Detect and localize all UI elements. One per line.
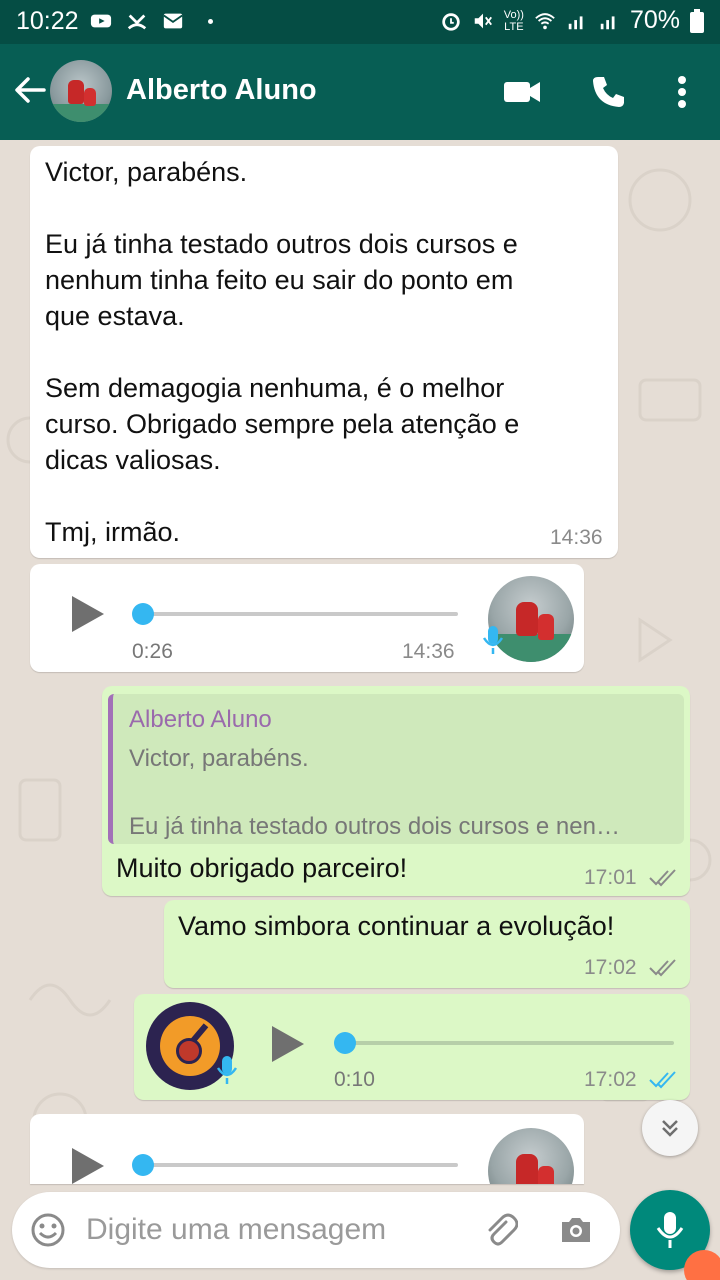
missed-call-icon xyxy=(127,14,147,30)
voice-progress-track[interactable] xyxy=(340,1041,674,1045)
message-time: 17:01 xyxy=(584,866,637,889)
chat-header: Alberto Aluno xyxy=(0,44,720,140)
voice-message-incoming[interactable]: 0:26 14:36 xyxy=(30,564,584,672)
signal-icon-2 xyxy=(600,15,615,29)
alarm-icon xyxy=(442,12,460,31)
mute-icon xyxy=(474,13,492,28)
more-options-icon[interactable] xyxy=(670,72,694,112)
message-time: 17:02 xyxy=(584,1068,637,1091)
mic-icon xyxy=(216,1056,238,1084)
floating-badge-icon[interactable] xyxy=(684,1250,720,1280)
message-text: Vamo simbora continuar a evolução! xyxy=(178,911,615,941)
volte-label: Vo)) LTE xyxy=(503,8,524,33)
double-check-icon xyxy=(649,869,676,887)
voice-message-outgoing[interactable]: 0:10 17:02 xyxy=(134,994,690,1100)
quoted-message[interactable]: Alberto Aluno Victor, parabéns. Eu já ti… xyxy=(108,694,684,844)
contact-name[interactable]: Alberto Aluno xyxy=(126,74,317,107)
quoted-text: Victor, parabéns. Eu já tinha testado ou… xyxy=(129,745,620,840)
message-bubble-outgoing[interactable]: Alberto Aluno Victor, parabéns. Eu já ti… xyxy=(102,686,690,896)
double-check-icon xyxy=(649,959,676,977)
youtube-icon xyxy=(90,14,112,28)
status-time: 10:22 xyxy=(16,7,79,35)
message-time: 14:36 xyxy=(402,640,455,663)
mic-icon xyxy=(482,626,504,654)
attach-icon[interactable] xyxy=(482,1212,518,1248)
message-text: Victor, parabéns. Eu já tinha testado ou… xyxy=(45,157,520,547)
message-time: 14:36 xyxy=(550,526,603,549)
message-input[interactable]: Digite uma mensagem xyxy=(86,1213,386,1247)
microphone-icon xyxy=(656,1212,684,1248)
video-call-icon[interactable] xyxy=(502,74,542,110)
voice-duration: 0:26 xyxy=(132,640,173,663)
play-icon[interactable] xyxy=(68,592,108,636)
camera-icon[interactable] xyxy=(558,1212,594,1248)
message-text: Muito obrigado parceiro! xyxy=(116,853,408,883)
voice-progress-track[interactable] xyxy=(138,612,458,616)
read-check-icon xyxy=(649,1071,676,1089)
signal-icon xyxy=(568,15,583,29)
status-bar: 10:22 Vo)) LTE 70% xyxy=(0,0,720,44)
message-bubble-outgoing[interactable]: Vamo simbora continuar a evolução! 17:02 xyxy=(164,900,690,988)
voice-progress-handle[interactable] xyxy=(132,1154,154,1176)
back-arrow-icon[interactable] xyxy=(12,72,48,108)
wifi-icon xyxy=(535,12,555,29)
chevron-double-down-icon xyxy=(662,1120,678,1137)
notification-dot-icon xyxy=(208,18,213,24)
voice-progress-handle[interactable] xyxy=(334,1032,356,1054)
message-bubble-incoming[interactable]: Victor, parabéns. Eu já tinha testado ou… xyxy=(30,146,618,558)
voice-progress-handle[interactable] xyxy=(132,603,154,625)
voice-call-icon[interactable] xyxy=(590,74,626,110)
scroll-to-bottom-button[interactable] xyxy=(642,1100,698,1156)
emoji-icon[interactable] xyxy=(30,1212,66,1248)
mail-icon xyxy=(163,13,183,29)
play-icon[interactable] xyxy=(268,1022,308,1066)
voice-progress-track[interactable] xyxy=(138,1163,458,1167)
contact-avatar[interactable] xyxy=(50,60,112,122)
quoted-sender: Alberto Aluno xyxy=(129,706,272,733)
voice-message-incoming[interactable] xyxy=(30,1114,584,1184)
voice-duration: 0:10 xyxy=(334,1068,375,1091)
message-composer: Digite uma mensagem xyxy=(12,1192,620,1268)
battery-percent: 70% xyxy=(629,6,680,34)
battery-icon xyxy=(690,8,704,33)
message-time: 17:02 xyxy=(584,956,637,979)
play-icon[interactable] xyxy=(68,1144,108,1184)
sender-avatar xyxy=(488,1128,574,1184)
